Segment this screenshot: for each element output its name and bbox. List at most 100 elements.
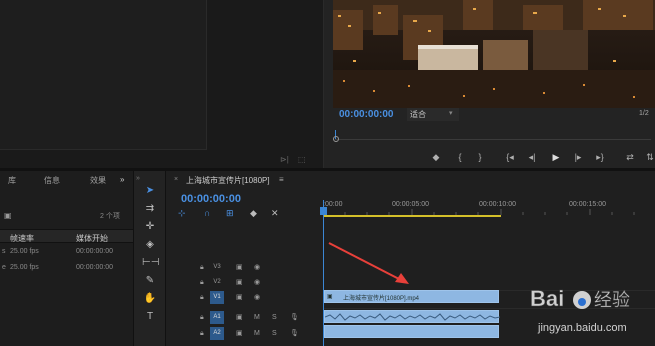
tab-library[interactable]: 库: [8, 175, 16, 186]
go-to-out-icon[interactable]: ▸}: [591, 151, 609, 163]
program-monitor-controls: 00:00:00:00 适合 ▾ 1/2 ◆ { } {◂ ◂| ▶ |▸ ▸}…: [323, 108, 655, 168]
go-to-in-icon[interactable]: {◂: [501, 151, 519, 163]
ruler-label: 00:00:10:00: [479, 201, 516, 208]
clip-name: 上海城市宣传片[1080P].mp4: [343, 296, 420, 302]
selection-tool-icon[interactable]: ➤: [142, 184, 158, 198]
lock-icon[interactable]: 🔒︎: [200, 276, 204, 289]
linked-selection-icon[interactable]: ⊞: [226, 208, 234, 219]
solo-icon[interactable]: S: [272, 311, 277, 324]
sync-lock-icon[interactable]: ▣: [236, 291, 243, 304]
panel-menu-icon[interactable]: ≡: [279, 175, 284, 184]
track-label[interactable]: V1: [210, 291, 224, 304]
track-label[interactable]: V2: [210, 276, 224, 289]
svg-text:Bai: Bai: [530, 286, 564, 311]
column-frame-rate[interactable]: 帧速率: [10, 233, 34, 244]
list-item-fps: 25.00 fps: [10, 248, 39, 255]
waveform: [325, 313, 500, 321]
watermark-url: jingyan.baidu.com: [538, 322, 627, 334]
razor-tool-icon[interactable]: ◈: [142, 238, 158, 252]
item-count: 2 个项: [100, 213, 120, 220]
more-tabs-icon[interactable]: »: [120, 175, 124, 184]
step-forward-icon[interactable]: |▸: [569, 151, 587, 163]
snap-icon[interactable]: ∩: [204, 208, 210, 218]
lock-icon[interactable]: 🔒︎: [200, 311, 204, 324]
baidu-logo: Bai 经验: [530, 286, 630, 312]
slip-tool-icon[interactable]: ⊢⊣: [142, 256, 159, 270]
type-tool-icon[interactable]: T: [142, 310, 158, 324]
tab-info[interactable]: 信息: [44, 175, 60, 186]
close-icon[interactable]: ×: [174, 176, 178, 183]
playhead-handle[interactable]: [320, 207, 327, 215]
timeline-ruler[interactable]: :00:00 00:00:05:00 00:00:10:00 00:00:15:…: [323, 195, 655, 217]
fit-dropdown[interactable]: 适合 ▾: [407, 108, 459, 121]
sync-lock-icon[interactable]: ▣: [236, 311, 243, 324]
list-item-marker: s: [2, 248, 6, 255]
mute-icon[interactable]: M: [254, 327, 260, 340]
scrubber-zoom-handle[interactable]: [333, 136, 339, 142]
sequence-title[interactable]: 上海城市宣传片[1080P]: [186, 175, 270, 186]
ruler-label: 00:00:05:00: [392, 201, 429, 208]
fit-dropdown-label: 适合: [410, 110, 426, 119]
timeline-timecode[interactable]: 00:00:00:00: [181, 193, 241, 205]
fx-badge-icon: ▣: [327, 294, 333, 300]
hand-tool-icon[interactable]: ✋: [142, 292, 158, 306]
track-label[interactable]: V3: [210, 261, 224, 274]
play-icon[interactable]: ▶: [547, 151, 565, 163]
out-point-icon[interactable]: }: [471, 151, 489, 163]
audio-clip[interactable]: [324, 310, 500, 323]
track-headers: 🔒︎ V3 ▣ ◉ 🔒︎ V2 ▣ ◉ 🔒︎ V1 ▣ ◉ 🔒︎ A1 ▣ M …: [166, 253, 323, 346]
program-video-frame: [333, 0, 655, 108]
marker-icon[interactable]: ◆: [427, 151, 445, 163]
eye-icon[interactable]: ◉: [254, 291, 260, 304]
chevron-down-icon: ▾: [449, 110, 453, 117]
export-frame-icon[interactable]: ⊳|: [280, 155, 289, 164]
list-item[interactable]: s 25.00 fps 00:00:00:00: [0, 245, 133, 259]
nest-icon[interactable]: ⊹: [178, 208, 186, 219]
track-select-tool-icon[interactable]: ⇉: [142, 202, 158, 216]
step-back-icon[interactable]: ◂|: [523, 151, 541, 163]
list-item-fps: 25.00 fps: [10, 264, 39, 271]
program-timecode[interactable]: 00:00:00:00: [339, 109, 393, 120]
project-column-header: 帧速率 媒体开始: [0, 229, 133, 243]
sync-lock-icon[interactable]: ▣: [236, 261, 243, 274]
source-monitor-viewer: [0, 0, 207, 150]
list-item[interactable]: e 25.00 fps 00:00:00:00: [0, 261, 133, 275]
microphone-icon[interactable]: 🎙︎: [290, 311, 299, 324]
lock-icon[interactable]: 🔒︎: [200, 327, 204, 340]
insert-icon[interactable]: ⇄: [621, 151, 639, 163]
baidu-watermark: Bai 经验 jingyan.baidu.com: [500, 280, 655, 346]
program-scrubber[interactable]: [333, 130, 651, 142]
sync-lock-icon[interactable]: ▣: [236, 327, 243, 340]
column-media-start[interactable]: 媒体开始: [76, 233, 108, 244]
list-item-start: 00:00:00:00: [76, 248, 113, 255]
track-label[interactable]: A2: [210, 327, 224, 340]
sync-lock-icon[interactable]: ▣: [236, 276, 243, 289]
project-panel: 库 信息 效果 » ▣ 2 个项 帧速率 媒体开始 s 25.00 fps 00…: [0, 171, 133, 346]
tab-effects[interactable]: 效果: [90, 175, 106, 186]
video-clip[interactable]: ▣ 上海城市宣传片[1080P].mp4: [324, 290, 499, 303]
audio-clip[interactable]: [324, 325, 499, 338]
track-header-v2: 🔒︎ V2 ▣ ◉: [166, 275, 323, 290]
solo-icon[interactable]: S: [272, 327, 277, 340]
add-marker-icon[interactable]: ◆: [250, 208, 257, 219]
overwrite-icon[interactable]: ⇅: [641, 151, 655, 163]
microphone-icon[interactable]: 🎙︎: [290, 327, 299, 340]
list-item-start: 00:00:00:00: [76, 264, 113, 271]
settings-icon[interactable]: ⬚: [298, 155, 306, 164]
track-header-v1: 🔒︎ V1 ▣ ◉: [166, 290, 323, 305]
resolution-page[interactable]: 1/2: [639, 110, 649, 117]
lock-icon[interactable]: 🔒︎: [200, 291, 204, 304]
eye-icon[interactable]: ◉: [254, 276, 260, 289]
ruler-label: 00:00:15:00: [569, 201, 606, 208]
folder-icon: ▣: [4, 211, 12, 220]
wrench-icon[interactable]: ✕: [271, 208, 279, 219]
in-point-icon[interactable]: {: [451, 151, 469, 163]
eye-icon[interactable]: ◉: [254, 261, 260, 274]
track-header-v3: 🔒︎ V3 ▣ ◉: [166, 260, 323, 275]
lock-icon[interactable]: 🔒︎: [200, 261, 204, 274]
mute-icon[interactable]: M: [254, 311, 260, 324]
work-area-bar[interactable]: [323, 215, 501, 217]
ripple-edit-tool-icon[interactable]: ✛: [142, 220, 158, 234]
pen-tool-icon[interactable]: ✎: [142, 274, 158, 288]
track-label[interactable]: A1: [210, 311, 224, 324]
